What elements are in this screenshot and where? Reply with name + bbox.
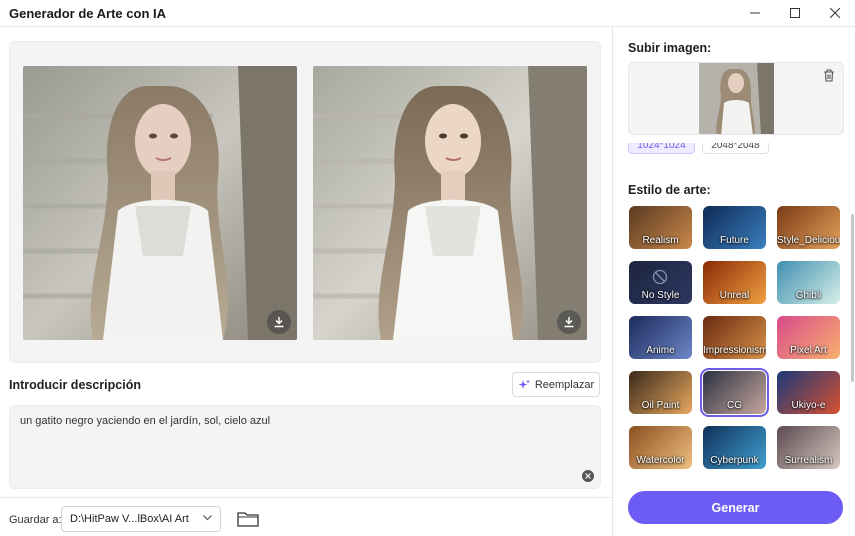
style-label: CG xyxy=(727,400,742,411)
upload-box[interactable] xyxy=(628,62,844,135)
description-input[interactable]: un gatito negro yaciendo en el jardín, s… xyxy=(9,405,601,489)
replace-label: Reemplazar xyxy=(534,378,595,391)
style-watercolor[interactable]: Watercolor xyxy=(629,426,692,469)
portrait-image xyxy=(23,66,297,340)
clear-description-button[interactable] xyxy=(582,470,594,482)
preview-panel: Introducir descripción Reemplazar un gat… xyxy=(0,26,613,536)
style-impressionism[interactable]: Impressionism xyxy=(703,316,766,359)
app-title: Generador de Arte con IA xyxy=(9,5,166,21)
open-folder-button[interactable] xyxy=(236,509,260,529)
close-icon xyxy=(830,8,840,18)
style-cyberpunk[interactable]: Cyberpunk xyxy=(703,426,766,469)
trash-icon xyxy=(824,69,834,82)
style-label: Surrealism xyxy=(784,455,833,466)
style-cg[interactable]: CG xyxy=(700,368,769,417)
portrait-image xyxy=(313,66,587,340)
no-style-icon xyxy=(652,269,668,285)
uploaded-thumbnail xyxy=(699,63,774,134)
style-anime[interactable]: Anime xyxy=(629,316,692,359)
maximize-button[interactable] xyxy=(775,0,815,26)
style-oil-paint[interactable]: Oil Paint xyxy=(629,371,692,414)
style-label: Watercolor xyxy=(636,455,685,466)
download-icon xyxy=(274,317,284,328)
style-label: Future xyxy=(720,235,749,246)
download-generated-button[interactable] xyxy=(557,310,581,334)
replace-button[interactable]: Reemplazar xyxy=(512,372,600,397)
save-path-value: D:\HitPaw V...lBox\AI Art xyxy=(70,513,189,525)
download-icon xyxy=(564,317,574,328)
style-label: Impressionism xyxy=(703,345,766,356)
resolution-options: 1024*1024 2048*2048 xyxy=(628,143,844,161)
style-label: Style_Delicious xyxy=(777,235,840,246)
description-title: Introducir descripción xyxy=(9,378,141,392)
generate-button[interactable]: Generar xyxy=(628,491,843,524)
app-window: Generador de Arte con IA Introducir desc… xyxy=(0,0,855,536)
style-label: Unreal xyxy=(719,290,750,301)
style-title: Estilo de arte: xyxy=(628,183,711,197)
description-text: un gatito negro yaciendo en el jardín, s… xyxy=(20,415,271,427)
style-ukiyo-e[interactable]: Ukiyo-e xyxy=(777,371,840,414)
style-scrollbar[interactable] xyxy=(851,214,854,382)
style-pixel-art[interactable]: Pixel Art xyxy=(777,316,840,359)
folder-icon xyxy=(237,512,259,527)
chevron-down-icon xyxy=(203,515,212,521)
minimize-icon xyxy=(750,12,760,14)
style-label: Ghibli xyxy=(795,290,822,301)
resolution-label: 1024*1024 xyxy=(637,143,686,151)
style-label: Cyberpunk xyxy=(710,455,759,466)
settings-panel: Subir imagen: 1024*1024 2048*2048 Estilo… xyxy=(614,26,855,536)
style-unreal[interactable]: Unreal xyxy=(703,261,766,304)
clear-icon xyxy=(585,473,591,479)
original-image[interactable] xyxy=(23,66,297,340)
generated-image[interactable] xyxy=(313,66,587,340)
delete-image-button[interactable] xyxy=(823,69,837,83)
footer-divider xyxy=(0,497,613,498)
style-surrealism[interactable]: Surrealism xyxy=(777,426,840,469)
title-bar: Generador de Arte con IA xyxy=(0,0,855,26)
style-no-style[interactable]: No Style xyxy=(629,261,692,304)
style-label: Anime xyxy=(646,345,675,356)
resolution-label: 2048*2048 xyxy=(711,143,760,151)
sparkle-icon xyxy=(518,379,530,389)
minimize-button[interactable] xyxy=(735,0,775,26)
style-label: Ukiyo-e xyxy=(791,400,826,411)
style-label: Realism xyxy=(642,235,679,246)
style-label: No Style xyxy=(641,290,680,301)
style-label: Pixel Art xyxy=(790,345,827,356)
style-style-delicious[interactable]: Style_Delicious xyxy=(777,206,840,249)
style-realism[interactable]: Realism xyxy=(629,206,692,249)
style-ghibli[interactable]: Ghibli xyxy=(777,261,840,304)
resolution-2048[interactable]: 2048*2048 xyxy=(702,143,769,154)
download-original-button[interactable] xyxy=(267,310,291,334)
art-style-grid: Realism Future Style_Delicious No Style Unre… xyxy=(629,204,841,484)
close-button[interactable] xyxy=(815,0,855,26)
upload-title: Subir imagen: xyxy=(628,41,712,55)
result-image-area xyxy=(9,41,601,363)
save-path-select[interactable]: D:\HitPaw V...lBox\AI Art xyxy=(61,506,221,532)
save-to-label: Guardar a: xyxy=(9,514,62,526)
maximize-icon xyxy=(790,8,800,18)
resolution-1024[interactable]: 1024*1024 xyxy=(628,143,695,154)
style-future[interactable]: Future xyxy=(703,206,766,249)
window-controls xyxy=(735,0,855,26)
style-label: Oil Paint xyxy=(641,400,680,411)
